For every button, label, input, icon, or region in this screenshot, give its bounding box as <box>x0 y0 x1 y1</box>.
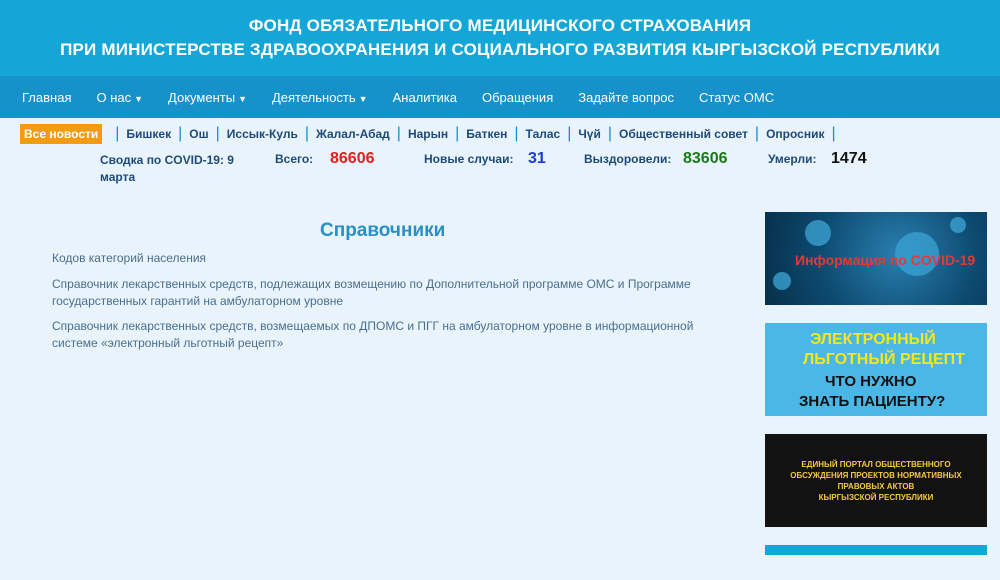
nav-analytics[interactable]: Аналитика <box>381 90 469 105</box>
reference-link-population-codes[interactable]: Кодов категорий населения <box>52 250 712 267</box>
covid-total-value: 86606 <box>330 150 375 167</box>
covid-info-banner[interactable]: Информация по COVID-19 <box>765 212 987 305</box>
header-title-line-2: ПРИ МИНИСТЕРСТВЕ ЗДРАВООХРАНЕНИЯ И СОЦИА… <box>60 40 940 59</box>
covid-total-label: Всего: <box>275 152 314 166</box>
region-public-council[interactable]: Общественный совет <box>619 127 748 141</box>
region-issyk-kul[interactable]: Иссык-Куль <box>227 127 298 141</box>
virus-icon <box>773 272 791 290</box>
next-banner-edge[interactable] <box>765 545 987 555</box>
chevron-down-icon: ▼ <box>358 93 368 104</box>
region-bishkek[interactable]: Бишкек <box>126 127 171 141</box>
chevron-down-icon: ▼ <box>134 93 144 104</box>
separator: | <box>115 125 120 142</box>
separator: | <box>396 125 401 142</box>
public-portal-banner[interactable]: ЕДИНЫЙ ПОРТАЛ ОБЩЕСТВЕННОГО ОБСУЖДЕНИЯ П… <box>765 434 987 527</box>
nav-documents[interactable]: Документы ▼ <box>156 90 259 105</box>
region-chui[interactable]: Чүй <box>578 127 600 141</box>
header-title-line-1: ФОНД ОБЯЗАТЕЛЬНОГО МЕДИЦИНСКОГО СТРАХОВА… <box>248 16 752 35</box>
nav-activity-label: Деятельность <box>271 89 356 105</box>
virus-icon <box>950 217 966 233</box>
separator: | <box>754 125 760 142</box>
nav-ask-question[interactable]: Задайте вопрос <box>566 90 686 105</box>
portal-banner-line-2: ОБСУЖДЕНИЯ ПРОЕКТОВ НОРМАТИВНЫХ <box>790 471 962 480</box>
separator: | <box>304 125 309 142</box>
recipe-banner-line-1: ЭЛЕКТРОННЫЙ <box>810 331 936 348</box>
region-osh[interactable]: Ош <box>189 127 208 141</box>
nav-oms-status[interactable]: Статус ОМС <box>687 90 786 105</box>
portal-banner-line-1: ЕДИНЫЙ ПОРТАЛ ОБЩЕСТВЕННОГО <box>801 460 951 469</box>
portal-banner-line-3: ПРАВОВЫХ АКТОВ <box>837 482 915 491</box>
covid-summary-title: Сводка по COVID-19: 9 марта <box>100 153 234 184</box>
e-recipe-banner[interactable]: ЭЛЕКТРОННЫЙ ЛЬГОТНЫЙ РЕЦЕПТ ЧТО НУЖНО ЗН… <box>765 323 987 416</box>
all-news-button[interactable]: Все новости <box>20 124 103 144</box>
main-navbar: Главная О нас ▼ Документы ▼ Деятельность ▼ … <box>0 76 1000 118</box>
portal-banner-line-4: КЫРГЫЗСКОЙ РЕСПУБЛИКИ <box>818 493 934 502</box>
covid-banner-text: Информация по COVID-19 <box>795 252 976 268</box>
reference-link-drugs-dpoms[interactable]: Справочник лекарственных средств, подлеж… <box>52 276 712 310</box>
region-batken[interactable]: Баткен <box>466 127 507 141</box>
virus-icon <box>805 220 831 246</box>
separator: | <box>831 125 836 142</box>
page-title: Справочники <box>320 220 446 241</box>
separator: | <box>215 125 220 142</box>
recipe-banner-line-2: ЛЬГОТНЫЙ РЕЦЕПТ <box>803 351 965 368</box>
recipe-banner-line-4: ЗНАТЬ ПАЦИЕНТУ? <box>799 393 946 410</box>
chevron-down-icon: ▼ <box>238 93 247 104</box>
covid-recovered-label: Выздоровели: <box>584 152 672 166</box>
region-jalal-abad[interactable]: Жалал-Абад <box>316 127 390 141</box>
separator: | <box>514 125 519 142</box>
nav-activity[interactable]: Деятельность ▼ <box>260 90 380 105</box>
region-survey[interactable]: Опросник <box>766 127 824 141</box>
recipe-banner-line-3: ЧТО НУЖНО <box>825 373 917 390</box>
nav-documents-label: Документы <box>168 89 236 105</box>
nav-home[interactable]: Главная <box>10 90 83 105</box>
separator: | <box>567 125 572 142</box>
nav-about[interactable]: О нас ▼ <box>84 90 155 105</box>
covid-died-value: 1474 <box>831 150 867 167</box>
region-filter-bar: Все новости | Бишкек | Ош | Иссык-Куль |… <box>0 120 1000 148</box>
covid-recovered-value: 83606 <box>683 150 728 167</box>
covid-died-label: Умерли: <box>768 152 817 166</box>
main-area: Справочники Кодов категорий населения Сп… <box>0 200 1000 580</box>
covid-summary: Сводка по COVID-19: 9 марта Всего: 86606… <box>0 150 1000 200</box>
nav-about-label: О нас <box>96 89 132 105</box>
separator: | <box>178 125 183 142</box>
covid-new-value: 31 <box>528 150 546 167</box>
covid-new-label: Новые случаи: <box>424 152 514 166</box>
region-talas[interactable]: Талас <box>526 127 561 141</box>
nav-appeals[interactable]: Обращения <box>470 90 565 105</box>
separator: | <box>455 125 460 142</box>
region-naryn[interactable]: Нарын <box>408 127 448 141</box>
site-header: ФОНД ОБЯЗАТЕЛЬНОГО МЕДИЦИНСКОГО СТРАХОВА… <box>0 0 1000 76</box>
reference-link-drugs-erecipe[interactable]: Справочник лекарственных средств, возмещ… <box>52 318 712 352</box>
separator: | <box>607 125 613 142</box>
